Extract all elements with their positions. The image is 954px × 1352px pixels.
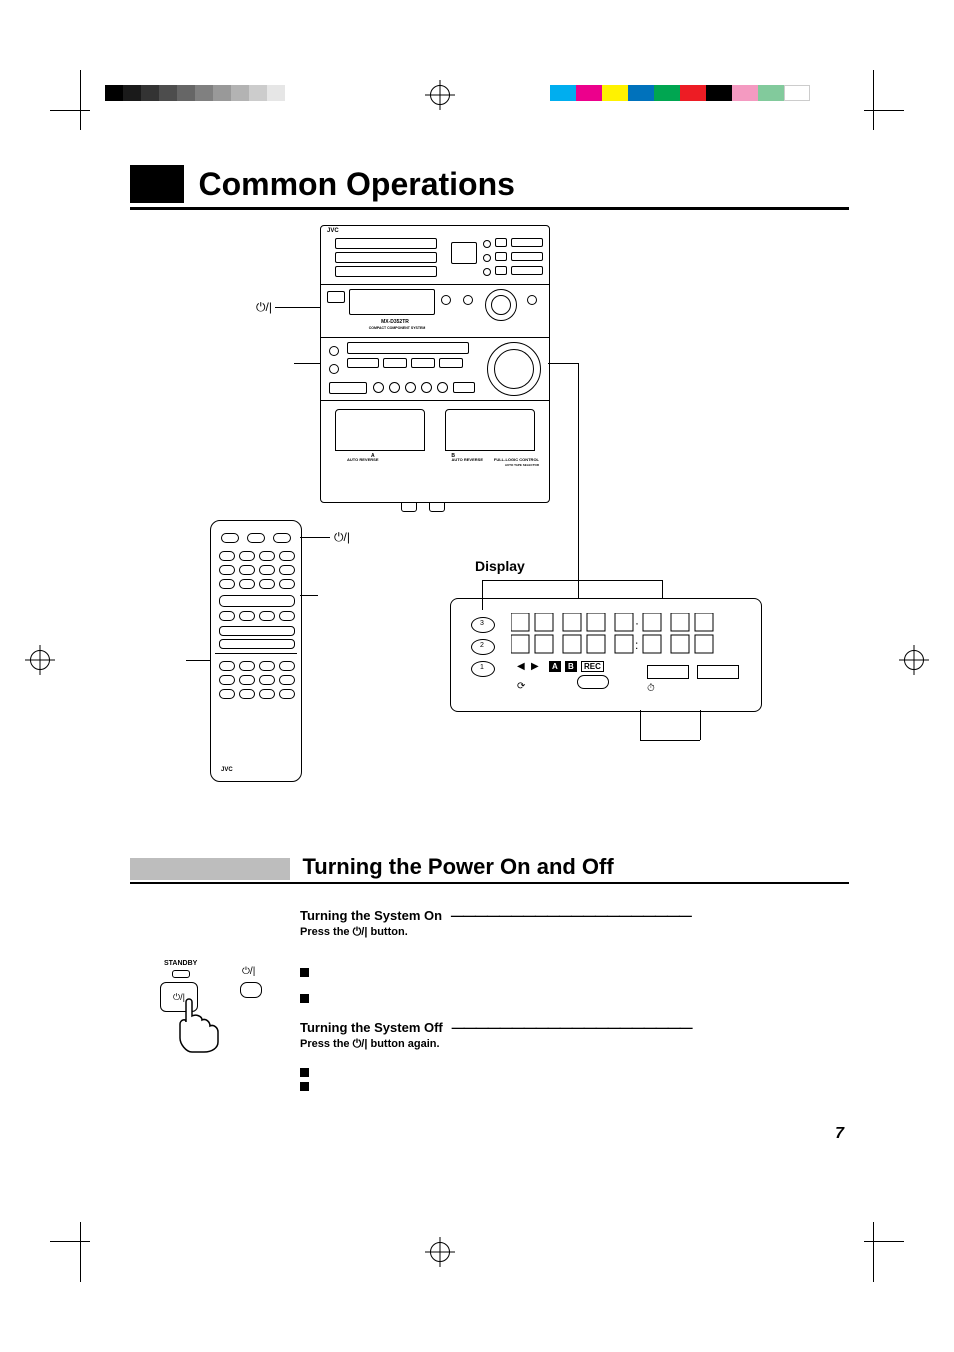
model-subtitle: COMPACT COMPONENT SYSTEM: [359, 326, 435, 330]
callout-line: [482, 580, 483, 610]
callout-line: [294, 363, 320, 364]
callout-line: [548, 363, 578, 364]
registration-mark-icon: [430, 85, 450, 105]
bullet-icon: [300, 968, 309, 977]
subsection: Turning the Power On and Off: [130, 854, 849, 884]
press-button-illustration: STANDBY ⏻/| ⏻/|: [150, 960, 260, 1060]
svg-text:·: ·: [635, 616, 639, 630]
registration-mark-icon: [30, 650, 50, 670]
power-symbol-icon: ⏻/|: [242, 966, 255, 977]
callout-line: [300, 595, 318, 596]
tape-door-a-icon: [335, 409, 425, 451]
brand-label: JVC: [327, 228, 339, 234]
bullet-icon: [300, 994, 309, 1003]
remote-brand: JVC: [221, 767, 233, 773]
bullet-icon: [300, 1082, 309, 1091]
crop-mark: [80, 1222, 101, 1282]
indicator-b: B: [565, 661, 577, 672]
standby-led-icon: [172, 970, 190, 978]
turning-off-heading: Turning the System Off —————————————————…: [300, 1020, 692, 1035]
model-label: MX-D352TR: [365, 319, 425, 325]
turning-on-instruction: Press the ⏻/| button.: [300, 926, 408, 939]
subsection-title: Turning the Power On and Off: [302, 854, 613, 879]
power-symbol-icon: ⏻/|: [256, 300, 272, 315]
callout-line: [275, 307, 320, 308]
color-calibration-bar: [550, 85, 810, 101]
subheading-marker-icon: [130, 858, 290, 880]
bullet-icon: [300, 1068, 309, 1077]
disc-3-icon: 3: [471, 617, 495, 633]
crop-mark: [864, 110, 904, 111]
tape-door-b-icon: [445, 409, 535, 451]
power-symbol-icon: ⏻/|: [334, 530, 350, 545]
remote-power-button-icon: [240, 982, 262, 998]
callout-line: [578, 363, 579, 598]
indicator-a: A: [549, 661, 561, 672]
callout-line: [482, 580, 662, 581]
crop-mark: [80, 70, 101, 130]
disc-1-icon: 1: [471, 661, 495, 677]
registration-mark-icon: [904, 650, 924, 670]
remote-control-illustration: JVC: [210, 520, 302, 782]
grayscale-calibration-bar: [105, 85, 285, 101]
registration-mark-icon: [430, 1242, 450, 1262]
indicator-rec: REC: [581, 661, 604, 672]
crop-mark: [853, 70, 874, 130]
seven-segment-icon: · :: [511, 613, 751, 655]
page-number: 7: [835, 1125, 844, 1143]
turning-off-instruction: Press the ⏻/| button again.: [300, 1038, 440, 1051]
heading-text: Common Operations: [198, 166, 514, 202]
callout-line: [700, 710, 701, 740]
standby-label: STANDBY: [164, 960, 197, 967]
display-heading: Display: [475, 558, 525, 574]
callout-line: [640, 740, 700, 741]
crop-mark: [853, 1222, 874, 1282]
crop-mark: [50, 110, 90, 111]
section-heading: Common Operations: [130, 165, 849, 210]
power-symbol-icon: ⏻/|: [353, 1038, 368, 1050]
callout-line: [300, 537, 330, 538]
display-panel-illustration: 3 2 1 · : ◀ ▶ A B REC ⟳ ⏱: [450, 598, 762, 712]
callout-line: [662, 580, 663, 598]
crop-mark: [50, 1241, 90, 1242]
volume-dial-icon: [487, 342, 541, 396]
callout-line: [186, 660, 210, 661]
turning-on-heading: Turning the System On ——————————————————…: [300, 908, 691, 923]
hand-pointer-icon: [176, 994, 236, 1054]
power-symbol-icon: ⏻/|: [353, 926, 368, 938]
heading-marker-icon: [130, 165, 184, 203]
stereo-unit-illustration: JVC MX-D352TR COMPACT COMPONENT SYSTEM: [320, 225, 550, 503]
disc-2-icon: 2: [471, 639, 495, 655]
callout-line: [640, 710, 641, 740]
svg-text::: :: [635, 638, 638, 652]
crop-mark: [864, 1241, 904, 1242]
